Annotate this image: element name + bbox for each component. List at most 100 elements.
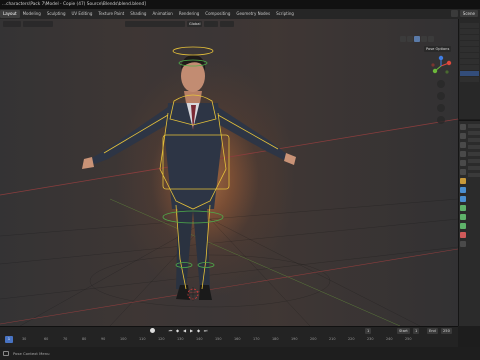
3d-viewport[interactable]: Global Pose Options [0, 19, 458, 326]
material-shading-icon[interactable] [421, 36, 427, 42]
ruler-tick: 90 [101, 337, 106, 341]
data-tab-icon[interactable] [460, 223, 466, 229]
tab-modeling[interactable]: Modeling [20, 10, 44, 18]
snap-button[interactable] [220, 20, 235, 27]
transform-orientation-dropdown[interactable]: Global [187, 20, 203, 27]
play-icon[interactable]: ▶ [189, 328, 194, 333]
property-field[interactable] [468, 145, 480, 149]
output-tab-icon[interactable] [460, 142, 466, 148]
jump-to-start-icon[interactable]: ⏮ [168, 328, 173, 333]
ruler-tick: 130 [177, 337, 184, 341]
next-keyframe-icon[interactable]: ◆ [196, 328, 201, 333]
y-axis-line [109, 198, 401, 326]
camera-view-icon[interactable] [437, 104, 445, 112]
render-tab-icon[interactable] [460, 133, 466, 139]
rendered-shading-icon[interactable] [428, 36, 434, 42]
pan-hand-icon[interactable] [437, 92, 445, 100]
zoom-icon[interactable] [437, 80, 445, 88]
ruler-tick: 70 [63, 337, 68, 341]
ruler-tick: 120 [158, 337, 165, 341]
workspace-add-icon[interactable] [450, 10, 458, 17]
record-keyframe-icon[interactable] [150, 328, 155, 333]
outliner-row[interactable] [460, 65, 479, 70]
ruler-tick: 180 [272, 337, 279, 341]
physics-tab-icon[interactable] [460, 205, 466, 211]
ruler-tick: 240 [386, 337, 393, 341]
jump-to-end-icon[interactable]: ⏭ [203, 328, 208, 333]
gizmo-x-axis[interactable] [446, 60, 452, 66]
end-frame-field[interactable]: 250 [441, 328, 452, 334]
solid-shading-icon[interactable] [414, 36, 420, 42]
prev-keyframe-icon[interactable]: ◆ [175, 328, 180, 333]
scene-selector[interactable]: Scene [459, 10, 478, 17]
gizmo-z-axis[interactable] [438, 55, 444, 61]
ruler-tick: 250 [405, 337, 412, 341]
outliner-row[interactable] [460, 53, 479, 58]
xray-toggle-icon[interactable] [400, 36, 406, 42]
property-field[interactable] [468, 124, 480, 128]
property-field[interactable] [468, 159, 480, 163]
property-field[interactable] [468, 131, 480, 135]
outliner-row[interactable] [460, 23, 479, 28]
object-tab-icon[interactable] [460, 178, 466, 184]
start-frame-field[interactable]: 1 [413, 328, 420, 334]
property-field[interactable] [468, 138, 480, 142]
scene-tab-icon[interactable] [460, 160, 466, 166]
particles-tab-icon[interactable] [460, 196, 466, 202]
property-field[interactable] [468, 152, 480, 156]
outliner-row-selected[interactable] [460, 71, 479, 76]
modifier-tab-icon[interactable] [460, 187, 466, 193]
end-frame-label: End [427, 328, 438, 334]
outliner-panel [458, 19, 480, 119]
outliner-row[interactable] [460, 35, 479, 40]
world-tab-icon[interactable] [460, 169, 466, 175]
ruler-tick: 170 [253, 337, 260, 341]
tab-scripting[interactable]: Scripting [273, 10, 297, 18]
timeline-editor: ⏮ ◆ ◀ ▶ ◆ ⏭ 1 Start 1 End 250 30 60 70 8… [0, 326, 458, 347]
ruler-tick: 200 [310, 337, 317, 341]
tab-texture-paint[interactable]: Texture Paint [95, 10, 127, 18]
property-field[interactable] [468, 166, 480, 170]
ruler-tick: 60 [44, 337, 49, 341]
tab-geometry-nodes[interactable]: Geometry Nodes [233, 10, 273, 18]
outliner-row[interactable] [460, 47, 479, 52]
current-frame-field[interactable]: 1 [365, 328, 372, 334]
viewport-header: Global [0, 19, 458, 28]
navigation-gizmo[interactable] [430, 55, 452, 77]
outliner-row[interactable] [460, 59, 479, 64]
ruler-tick: 100 [120, 337, 127, 341]
tool-tab-icon[interactable] [460, 124, 466, 130]
outliner-row[interactable] [460, 29, 479, 34]
gizmo-y-axis[interactable] [432, 68, 438, 74]
constraints-tab-icon[interactable] [460, 214, 466, 220]
header-right-controls: Scene [450, 10, 478, 17]
start-frame-label: Start [397, 328, 410, 334]
timeline-playhead[interactable]: 1 [5, 336, 13, 343]
editor-type-button[interactable] [3, 20, 21, 27]
playback-controls: ⏮ ◆ ◀ ▶ ◆ ⏭ [168, 328, 208, 333]
tab-rendering[interactable]: Rendering [176, 10, 202, 18]
wireframe-shading-icon[interactable] [407, 36, 413, 42]
pivot-point-button[interactable] [204, 20, 219, 27]
tab-uv-editing[interactable]: UV Editing [69, 10, 96, 18]
tab-sculpting[interactable]: Sculpting [44, 10, 69, 18]
grid-projection-icon[interactable] [437, 116, 445, 124]
pose-menu[interactable] [125, 20, 185, 27]
view-menu[interactable] [23, 20, 53, 27]
ruler-tick: 210 [329, 337, 336, 341]
play-reverse-icon[interactable]: ◀ [182, 328, 187, 333]
pose-options-dropdown[interactable]: Pose Options [424, 46, 452, 52]
tab-layout[interactable]: Layout [0, 10, 20, 18]
texture-tab-icon[interactable] [460, 241, 466, 247]
tab-compositing[interactable]: Compositing [202, 10, 233, 18]
workspace-tab-bar: Layout Modeling Sculpting UV Editing Tex… [0, 9, 480, 19]
outliner-row[interactable] [460, 41, 479, 46]
timeline-ruler[interactable]: 30 60 70 80 90 100 110 120 130 140 150 1… [0, 337, 458, 343]
tab-animation[interactable]: Animation [149, 10, 175, 18]
material-tab-icon[interactable] [460, 232, 466, 238]
property-field[interactable] [468, 173, 480, 177]
outliner-row[interactable] [460, 77, 479, 82]
tab-shading[interactable]: Shading [127, 10, 149, 18]
view-layer-tab-icon[interactable] [460, 151, 466, 157]
ruler-tick: 230 [367, 337, 374, 341]
